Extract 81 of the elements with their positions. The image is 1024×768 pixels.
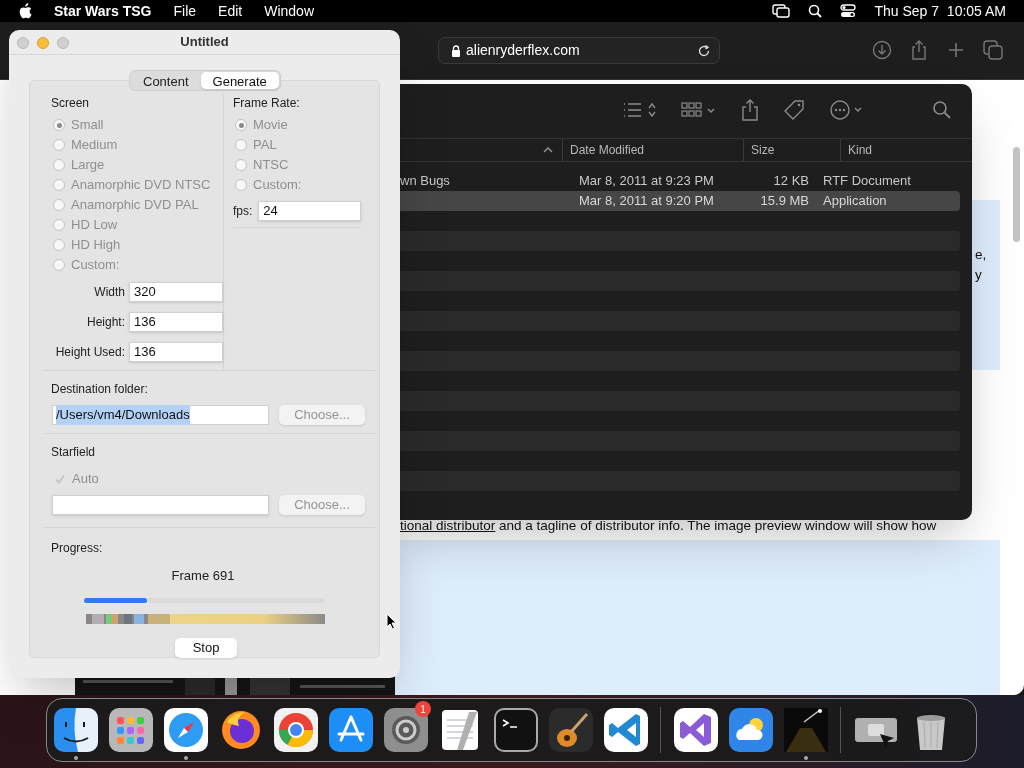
file-row[interactable]: wn Bugs Mar 8, 2011 at 9:23 PM 12 KB RTF Document — [397, 171, 960, 191]
radio-label: Anamorphic DVD PAL — [71, 196, 199, 215]
link[interactable]: tional distributor — [400, 518, 496, 533]
tab[interactable]: Generate — [200, 72, 279, 89]
share-icon[interactable] — [741, 99, 759, 121]
reload-icon[interactable] — [697, 43, 711, 58]
section-label: Frame Rate: — [233, 95, 301, 112]
apple-logo-icon[interactable] — [18, 3, 32, 19]
mouse-pointer-icon — [386, 613, 397, 630]
radio-label: HD Low — [71, 216, 118, 235]
section-label: Progress: — [51, 539, 104, 557]
radio-label: Custom: — [253, 176, 302, 195]
radio-label: Large — [71, 156, 105, 175]
control-center-icon[interactable] — [840, 4, 857, 18]
url-text: alienryderflex.com — [466, 41, 580, 60]
sort-ascending-icon[interactable] — [543, 146, 553, 154]
download-icon[interactable] — [872, 40, 892, 60]
tabs-overview-icon[interactable] — [983, 40, 1003, 60]
radio-label: Medium — [71, 136, 118, 155]
chrome-app-icon[interactable] — [273, 708, 318, 752]
radio-label: PAL — [253, 136, 277, 155]
column-heading[interactable]: Date Modified — [562, 139, 743, 161]
notification-badge: 1 — [415, 701, 431, 717]
date-cell-text: Mar 8, 2011 at 9:23 PM — [578, 172, 715, 191]
tab[interactable]: Content — [131, 72, 201, 89]
radio-label: Anamorphic DVD NTSC — [71, 176, 211, 195]
file-name: wn Bugs — [400, 173, 450, 189]
menu-item[interactable]: File — [173, 0, 197, 22]
starfield-path-field[interactable] — [52, 494, 269, 515]
kind-cell-text: RTF Document — [822, 172, 911, 191]
menu-item[interactable]: Window — [264, 0, 314, 22]
field-label: Height Used: — [55, 344, 125, 361]
field-label: Width — [94, 284, 125, 301]
clock: Thu Sep 7 10:05 AM — [874, 1, 1006, 21]
text-fragment: y — [975, 266, 982, 284]
safari-app-icon[interactable] — [163, 708, 208, 752]
text-fragment: e, — [975, 246, 987, 264]
status-text: Frame 691 — [171, 566, 235, 585]
screen-mirroring-icon[interactable] — [772, 4, 791, 18]
size-cell-text: 12 KB — [772, 172, 809, 191]
stop-button[interactable]: Stop — [175, 638, 237, 658]
list-view-icon[interactable] — [623, 101, 657, 119]
section-label: Destination folder: — [51, 381, 149, 398]
date-cell-text: Mar 8, 2011 at 9:20 PM — [578, 192, 715, 211]
tag-icon[interactable] — [783, 99, 805, 121]
menu-item[interactable]: Edit — [218, 0, 243, 22]
search-icon[interactable] — [808, 4, 823, 18]
radio-label: Small — [71, 116, 104, 135]
share-icon[interactable] — [909, 40, 929, 60]
dock-separator — [840, 707, 841, 753]
visualstudio-app-icon[interactable] — [673, 708, 718, 752]
grid-view-icon[interactable] — [681, 101, 717, 119]
garageband-app-icon[interactable] — [548, 708, 593, 752]
terminal-app-icon[interactable] — [493, 708, 538, 752]
weather-app-icon[interactable] — [728, 708, 773, 752]
field-label: fps: — [233, 203, 253, 220]
window-title: Untitled — [180, 33, 229, 52]
appstore-app-icon[interactable] — [328, 708, 373, 752]
new-tab-icon[interactable] — [946, 40, 966, 60]
radio-label: NTSC — [253, 156, 289, 175]
size-cell-text: 15.9 MB — [759, 192, 809, 211]
vscode-app-icon[interactable] — [603, 708, 648, 752]
column-heading[interactable]: Kind — [840, 139, 960, 161]
section-label: Starfield — [51, 444, 97, 461]
file-row[interactable]: Mar 8, 2011 at 9:20 PM 15.9 MB Application — [397, 191, 960, 211]
more-options-icon[interactable] — [829, 99, 865, 121]
kind-cell-text: Application — [822, 192, 887, 211]
radio-label: Movie — [253, 116, 288, 135]
column-heading[interactable]: Size — [743, 139, 840, 161]
checkbox-label: Auto — [72, 470, 99, 488]
radio-label: HD High — [71, 236, 121, 255]
app-menu[interactable]: Star Wars TSG — [54, 0, 152, 22]
lock-icon[interactable] — [451, 44, 461, 57]
launchpad-app-icon[interactable] — [108, 708, 153, 752]
radio-label: Custom: — [71, 256, 120, 275]
folder-path-field[interactable]: /Users/vm4/Downloads — [52, 405, 269, 425]
finder-app-icon[interactable] — [53, 708, 98, 752]
field-label: Height: — [86, 314, 125, 331]
section-label: Screen — [51, 95, 91, 112]
dock-separator — [660, 707, 661, 753]
address-field[interactable]: alienryderflex.com — [438, 37, 720, 64]
